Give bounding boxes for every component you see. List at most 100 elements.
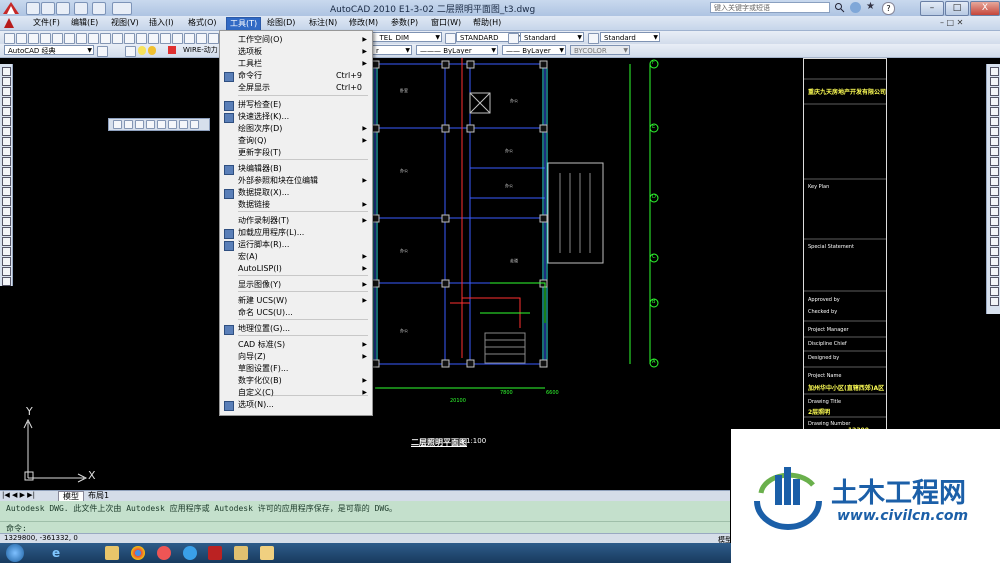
modify-tool-18-icon[interactable] <box>990 247 999 256</box>
zoom-tool-6-icon[interactable] <box>179 120 188 129</box>
tablestyle-combo[interactable]: Standard ▼ <box>520 32 584 42</box>
layer-color-swatch[interactable] <box>168 46 176 54</box>
close-button[interactable]: X <box>970 1 1000 16</box>
zoom-tool-0-icon[interactable] <box>113 120 122 129</box>
comm-center-icon[interactable] <box>850 2 861 13</box>
modify-tool-10-icon[interactable] <box>990 167 999 176</box>
ie-icon[interactable]: e <box>52 546 66 560</box>
zoom-realtime-icon[interactable] <box>160 33 171 44</box>
tools-menu-item-21[interactable]: 命名 UCS(U)... <box>220 307 372 319</box>
draw-tool-0-icon[interactable] <box>2 67 11 76</box>
modify-tool-21-icon[interactable] <box>990 277 999 286</box>
undo-icon[interactable] <box>124 33 135 44</box>
layer-manager-icon[interactable] <box>125 46 136 57</box>
menu-item-3[interactable]: 插入(I) <box>146 17 177 29</box>
tools-menu-item-9[interactable]: 更新字段(T) <box>220 147 372 159</box>
qa-undo-icon[interactable] <box>74 2 88 15</box>
modify-tool-17-icon[interactable] <box>990 237 999 246</box>
tablestyle-icon[interactable] <box>508 33 519 44</box>
zoom-tool-5-icon[interactable] <box>168 120 177 129</box>
tab-layout1[interactable]: 布局1 <box>84 491 113 501</box>
autocad-task-icon[interactable] <box>208 546 222 560</box>
explorer-icon[interactable] <box>105 546 119 560</box>
tools-menu-item-18[interactable]: AutoLISP(I) ▶ <box>220 263 372 275</box>
modify-tool-5-icon[interactable] <box>990 117 999 126</box>
workspace-combo[interactable]: AutoCAD 经典 ▼ <box>4 45 94 55</box>
menu-item-10[interactable]: 窗口(W) <box>428 17 464 29</box>
qa-save-icon[interactable] <box>56 2 70 15</box>
floating-zoom-toolbar[interactable] <box>108 118 210 131</box>
media-icon[interactable] <box>183 546 197 560</box>
draw-tool-9-icon[interactable] <box>2 157 11 166</box>
folder-task-icon[interactable] <box>234 546 248 560</box>
tools-menu-item-28[interactable]: 选项(N)... <box>220 399 372 411</box>
new-icon[interactable] <box>4 33 15 44</box>
draw-tool-11-icon[interactable] <box>2 177 11 186</box>
modify-tool-12-icon[interactable] <box>990 187 999 196</box>
layer-combo[interactable]: WIRE-动力 <box>180 45 222 55</box>
tools-menu-item-0[interactable]: 工作空间(O) ▶ <box>220 34 372 46</box>
draw-tool-18-icon[interactable] <box>2 247 11 256</box>
qa-new-icon[interactable] <box>26 2 40 15</box>
doc-window-controls[interactable]: – □ ✕ <box>940 18 996 28</box>
draw-tool-20-icon[interactable] <box>2 267 11 276</box>
tools-menu-item-23[interactable]: CAD 标准(S) ▶ <box>220 339 372 351</box>
pan-icon[interactable] <box>148 33 159 44</box>
paste-icon[interactable] <box>100 33 111 44</box>
paint-task-icon[interactable] <box>260 546 274 560</box>
workspace-settings-icon[interactable] <box>97 46 108 57</box>
tools-menu-item-10[interactable]: 块编辑器(B) <box>220 163 372 175</box>
draw-tool-15-icon[interactable] <box>2 217 11 226</box>
modify-tool-9-icon[interactable] <box>990 157 999 166</box>
modify-tool-14-icon[interactable] <box>990 207 999 216</box>
tools-menu-item-5[interactable]: 拼写检查(E) <box>220 99 372 111</box>
tools-menu-item-2[interactable]: 工具栏 ▶ <box>220 58 372 70</box>
draw-tool-13-icon[interactable] <box>2 197 11 206</box>
zoom-tool-7-icon[interactable] <box>190 120 199 129</box>
layer-bulb-icon[interactable] <box>138 46 146 55</box>
menu-item-1[interactable]: 编辑(E) <box>68 17 101 29</box>
menu-item-5[interactable]: 工具(T) <box>226 17 262 31</box>
modify-tool-0-icon[interactable] <box>990 67 999 76</box>
chrome-icon[interactable] <box>131 546 145 560</box>
tools-menu-item-15[interactable]: 加载应用程序(L)... <box>220 227 372 239</box>
modify-tool-15-icon[interactable] <box>990 217 999 226</box>
tools-menu-item-16[interactable]: 运行脚本(R)... <box>220 239 372 251</box>
draw-tool-16-icon[interactable] <box>2 227 11 236</box>
tools-menu-item-7[interactable]: 绘图次序(D) ▶ <box>220 123 372 135</box>
copy-icon[interactable] <box>88 33 99 44</box>
start-orb-icon[interactable] <box>6 544 24 562</box>
draw-tool-8-icon[interactable] <box>2 147 11 156</box>
matchprop-icon[interactable] <box>112 33 123 44</box>
open-icon[interactable] <box>16 33 27 44</box>
tools-menu-item-4[interactable]: 全屏显示 Ctrl+0 <box>220 82 372 94</box>
cut-icon[interactable] <box>76 33 87 44</box>
modify-tool-4-icon[interactable] <box>990 107 999 116</box>
tools-menu-item-19[interactable]: 显示图像(Y) ▶ <box>220 279 372 291</box>
preview-icon[interactable] <box>52 33 63 44</box>
maximize-button[interactable]: □ <box>945 1 969 16</box>
draw-tool-14-icon[interactable] <box>2 207 11 216</box>
menu-item-11[interactable]: 帮助(H) <box>470 17 504 29</box>
tools-menu-item-14[interactable]: 动作录制器(T) ▶ <box>220 215 372 227</box>
draw-tool-19-icon[interactable] <box>2 257 11 266</box>
draw-tool-4-icon[interactable] <box>2 107 11 116</box>
tools-menu-item-6[interactable]: 快速选择(K)... <box>220 111 372 123</box>
modify-tool-8-icon[interactable] <box>990 147 999 156</box>
tools-menu-item-24[interactable]: 向导(Z) ▶ <box>220 351 372 363</box>
search-input[interactable]: 键入关键字或短语 <box>710 2 830 13</box>
lineweight-combo[interactable]: —— ByLayer ▼ <box>502 45 566 55</box>
modify-tool-19-icon[interactable] <box>990 257 999 266</box>
draw-tool-3-icon[interactable] <box>2 97 11 106</box>
tools-menu-item-1[interactable]: 选项板 ▶ <box>220 46 372 58</box>
tools-menu-item-25[interactable]: 草图设置(F)... <box>220 363 372 375</box>
zoom-window-icon[interactable] <box>172 33 183 44</box>
tools-menu-item-12[interactable]: 数据提取(X)... <box>220 187 372 199</box>
search-icon[interactable] <box>834 2 845 13</box>
modify-tool-13-icon[interactable] <box>990 197 999 206</box>
tab-nav-arrows[interactable]: |◀ ◀ ▶ ▶| <box>2 491 35 499</box>
mleader-icon[interactable] <box>588 33 599 44</box>
redo-icon[interactable] <box>136 33 147 44</box>
autocad-logo-icon[interactable] <box>2 1 20 15</box>
draw-tool-12-icon[interactable] <box>2 187 11 196</box>
